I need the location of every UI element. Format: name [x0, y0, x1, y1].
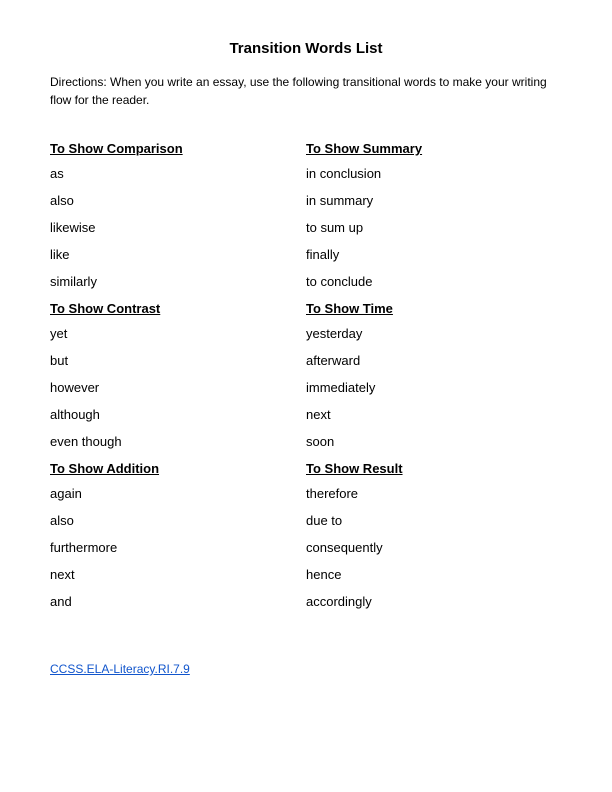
- list-item: therefore: [306, 486, 562, 501]
- list-item: due to: [306, 513, 562, 528]
- section-block: To Show Result therefore due to consequentl…: [306, 461, 562, 609]
- list-item: also: [50, 193, 306, 208]
- list-item: next: [50, 567, 306, 582]
- list-item: although: [50, 407, 306, 422]
- section-block: To Show Addition again also furthermore next…: [50, 461, 306, 609]
- section-block: To Show Time yesterday afterward immediatel…: [306, 301, 562, 449]
- section-block: To Show Contrast yet but however although eve…: [50, 301, 306, 449]
- directions-text: Directions: When you write an essay, use…: [50, 73, 562, 109]
- list-item: furthermore: [50, 540, 306, 555]
- list-item: yesterday: [306, 326, 562, 341]
- section-header: To Show Addition: [50, 461, 306, 476]
- section-header: To Show Result: [306, 461, 562, 476]
- list-item: as: [50, 166, 306, 181]
- ccss-link[interactable]: CCSS.ELA-Literacy.RI.7.9: [50, 662, 190, 676]
- list-item: in conclusion: [306, 166, 562, 181]
- page-title: Transition Words List: [50, 40, 562, 57]
- list-item: to conclude: [306, 274, 562, 289]
- list-item: consequently: [306, 540, 562, 555]
- section-header: To Show Contrast: [50, 301, 306, 316]
- list-item: in summary: [306, 193, 562, 208]
- section-block: To Show Comparison as also likewise like simi…: [50, 141, 306, 289]
- list-item: even though: [50, 434, 306, 449]
- list-item: similarly: [50, 274, 306, 289]
- list-item: hence: [306, 567, 562, 582]
- list-item: also: [50, 513, 306, 528]
- section-header: To Show Summary: [306, 141, 562, 156]
- list-item: soon: [306, 434, 562, 449]
- list-item: afterward: [306, 353, 562, 368]
- left-column: To Show Comparison as also likewise like simi…: [50, 137, 306, 621]
- list-item: however: [50, 380, 306, 395]
- section-header: To Show Time: [306, 301, 562, 316]
- list-item: yet: [50, 326, 306, 341]
- list-item: finally: [306, 247, 562, 262]
- list-item: to sum up: [306, 220, 562, 235]
- list-item: and: [50, 594, 306, 609]
- list-item: like: [50, 247, 306, 262]
- list-item: accordingly: [306, 594, 562, 609]
- list-item: again: [50, 486, 306, 501]
- list-item: immediately: [306, 380, 562, 395]
- section-header: To Show Comparison: [50, 141, 306, 156]
- list-item: next: [306, 407, 562, 422]
- list-item: but: [50, 353, 306, 368]
- right-column: To Show Summary in conclusion in summary to…: [306, 137, 562, 621]
- list-item: likewise: [50, 220, 306, 235]
- section-block: To Show Summary in conclusion in summary to…: [306, 141, 562, 289]
